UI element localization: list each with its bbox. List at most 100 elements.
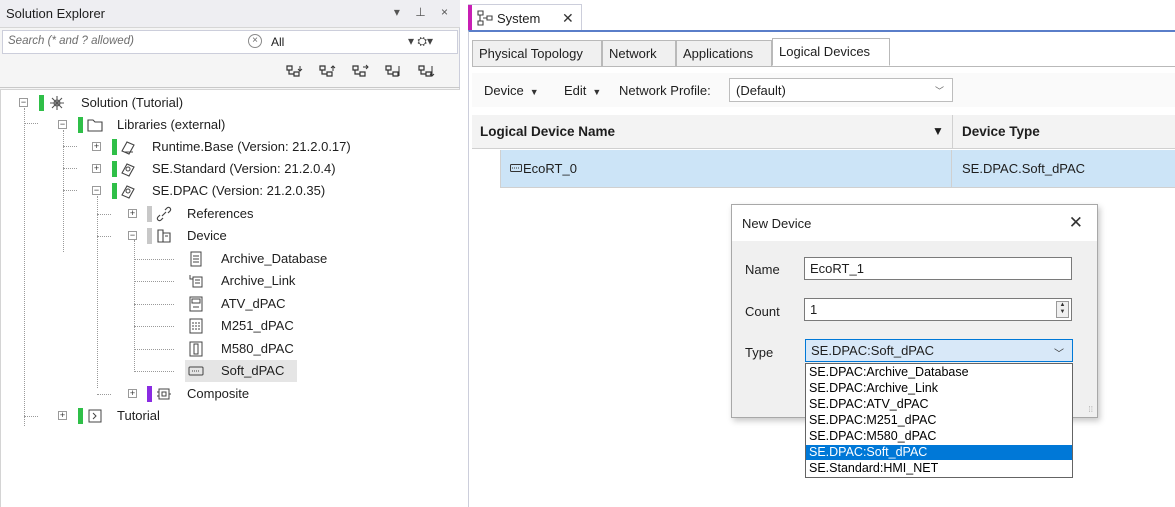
expand-toggle-icon[interactable]: +: [128, 209, 137, 218]
status-marker: [112, 161, 117, 177]
edit-menu[interactable]: Edit ▼: [564, 83, 601, 98]
tree-node-composite[interactable]: + Composite: [1, 383, 451, 405]
dropdown-option[interactable]: SE.DPAC:Archive_Database: [806, 365, 1072, 380]
count-label: Count: [745, 304, 780, 319]
status-marker: [78, 117, 83, 133]
count-value: 1: [810, 302, 818, 317]
type-value: SE.DPAC:Soft_dPAC: [811, 343, 935, 358]
close-tab-icon[interactable]: ✕: [562, 10, 574, 27]
collapse-toggle-icon[interactable]: −: [128, 231, 137, 240]
column-separator[interactable]: [952, 115, 953, 149]
dropdown-option[interactable]: SE.Standard:HMI_NET: [806, 461, 1072, 476]
resize-grip-icon[interactable]: ⁞⁞: [1089, 405, 1093, 414]
tree-node-se-standard[interactable]: + SE.Standard (Version: 21.2.0.4): [1, 158, 451, 180]
search-box[interactable]: Search (* and ? allowed) × All ▾ ⛭▾: [2, 30, 458, 54]
search-input[interactable]: Search (* and ? allowed): [8, 35, 134, 47]
archive-link-icon: [189, 275, 203, 288]
tree-label: M580_dPAC: [221, 341, 294, 356]
tree-node-solution[interactable]: − Solution (Tutorial): [1, 92, 451, 114]
device-menu[interactable]: Device ▼: [484, 83, 539, 98]
solution-tree: − Solution (Tutorial) − Libraries (exter…: [0, 89, 460, 507]
system-icon: [88, 409, 102, 423]
tree-label: SE.DPAC (Version: 21.2.0.35): [152, 183, 326, 198]
tree-label: M251_dPAC: [221, 318, 294, 333]
soft-dpac-icon: [510, 164, 522, 172]
status-marker: [147, 206, 152, 222]
network-profile-label: Network Profile:: [619, 83, 711, 98]
expand-toggle-icon[interactable]: +: [128, 389, 137, 398]
sort-tree-icon[interactable]: [384, 64, 402, 80]
count-stepper[interactable]: 1 ▲ ▼: [804, 298, 1072, 321]
type-label: Type: [745, 345, 774, 360]
tree-label: ATV_dPAC: [221, 296, 286, 311]
tab-logical-devices[interactable]: Logical Devices: [772, 38, 890, 66]
tree-node-libraries[interactable]: − Libraries (external): [1, 114, 451, 136]
tree-node-device[interactable]: − Device: [1, 225, 451, 247]
caret-down-icon: ▼: [592, 87, 602, 97]
tree-node-archive-database[interactable]: Archive_Database: [1, 248, 451, 270]
filter-icon[interactable]: ▼: [932, 124, 944, 138]
tree-node-soft-dpac[interactable]: Soft_dPAC: [1, 360, 451, 382]
document-tab-title: System: [497, 11, 541, 26]
collapse-toggle-icon[interactable]: −: [58, 120, 67, 129]
close-icon[interactable]: ✕: [1069, 213, 1083, 233]
type-select[interactable]: SE.DPAC:Soft_dPAC ﹀: [805, 339, 1073, 362]
m251-device-icon: [189, 318, 203, 334]
solution-explorer-titlebar: Solution Explorer ▾ ⊥ ×: [0, 0, 460, 28]
search-options-dropdown-icon[interactable]: ▾ ⛭▾: [408, 34, 433, 49]
search-scope[interactable]: All: [271, 35, 284, 49]
status-marker: [78, 408, 83, 424]
device-type: SE.DPAC.Soft_dPAC: [962, 161, 1086, 176]
table-row[interactable]: EcoRT_0 SE.DPAC.Soft_dPAC: [472, 150, 1175, 188]
status-marker: [112, 139, 117, 155]
dropdown-option-selected[interactable]: SE.DPAC:Soft_dPAC: [806, 445, 1072, 460]
collapse-toggle-icon[interactable]: −: [92, 186, 101, 195]
status-marker: [147, 386, 152, 402]
tree-node-runtime-base[interactable]: + Runtime.Base (Version: 21.2.0.17): [1, 136, 451, 158]
collapse-all-icon[interactable]: [285, 64, 303, 80]
window-controls[interactable]: ▾ ⊥ ×: [394, 5, 454, 19]
filter-tree-icon[interactable]: [417, 64, 435, 80]
dropdown-option[interactable]: SE.DPAC:Archive_Link: [806, 381, 1072, 396]
logical-devices-toolbar: Device ▼ Edit ▼ Network Profile: (Default)…: [472, 73, 1175, 107]
expand-toggle-icon[interactable]: +: [92, 164, 101, 173]
tree-node-atv-dpac[interactable]: ATV_dPAC: [1, 293, 451, 315]
tab-applications[interactable]: Applications: [676, 40, 772, 67]
dialog-titlebar[interactable]: New Device ✕: [732, 205, 1097, 241]
solution-explorer-toolbar: [0, 56, 460, 88]
status-marker: [112, 183, 117, 199]
type-dropdown-list: SE.DPAC:Archive_Database SE.DPAC:Archive…: [805, 363, 1073, 478]
tree-node-archive-link[interactable]: Archive_Link: [1, 270, 451, 292]
network-profile-select[interactable]: (Default) ﹀: [729, 78, 953, 102]
tree-node-references[interactable]: + References: [1, 203, 451, 225]
column-header-type[interactable]: Device Type: [962, 124, 1040, 139]
name-field[interactable]: EcoRT_1: [804, 257, 1072, 280]
sync-tree-icon[interactable]: [351, 64, 369, 80]
tab-physical-topology[interactable]: Physical Topology: [472, 40, 602, 67]
expand-toggle-icon[interactable]: +: [92, 142, 101, 151]
tree-node-m580-dpac[interactable]: M580_dPAC: [1, 338, 451, 360]
tree-label: Tutorial: [117, 408, 160, 423]
dropdown-option[interactable]: SE.DPAC:M580_dPAC: [806, 429, 1072, 444]
row-indent: [472, 150, 500, 188]
expand-toggle-icon[interactable]: +: [58, 411, 67, 420]
dropdown-option[interactable]: SE.DPAC:ATV_dPAC: [806, 397, 1072, 412]
solution-explorer-title: Solution Explorer: [6, 6, 105, 21]
document-tab-system[interactable]: System ✕: [468, 4, 582, 31]
dropdown-option[interactable]: SE.DPAC:M251_dPAC: [806, 413, 1072, 428]
atv-device-icon: [189, 296, 203, 312]
column-header-name[interactable]: Logical Device Name: [480, 124, 615, 139]
tree-label: Device: [187, 228, 227, 243]
tree-node-tutorial[interactable]: + Tutorial: [1, 405, 451, 427]
collapse-toggle-icon[interactable]: −: [19, 98, 28, 107]
tab-network[interactable]: Network: [602, 40, 676, 67]
clear-search-icon[interactable]: ×: [248, 34, 262, 48]
expand-all-icon[interactable]: [318, 64, 336, 80]
tree-node-m251-dpac[interactable]: M251_dPAC: [1, 315, 451, 337]
tree-label: Composite: [187, 386, 250, 401]
grid-header: Logical Device Name ▼ Device Type: [472, 115, 1175, 149]
solution-explorer-panel: Solution Explorer ▾ ⊥ × Search (* and ? …: [0, 0, 460, 507]
tree-node-se-dpac[interactable]: − SE.DPAC (Version: 21.2.0.35): [1, 180, 451, 202]
spin-buttons-icon[interactable]: ▲ ▼: [1056, 301, 1069, 318]
solution-icon: [50, 96, 64, 110]
